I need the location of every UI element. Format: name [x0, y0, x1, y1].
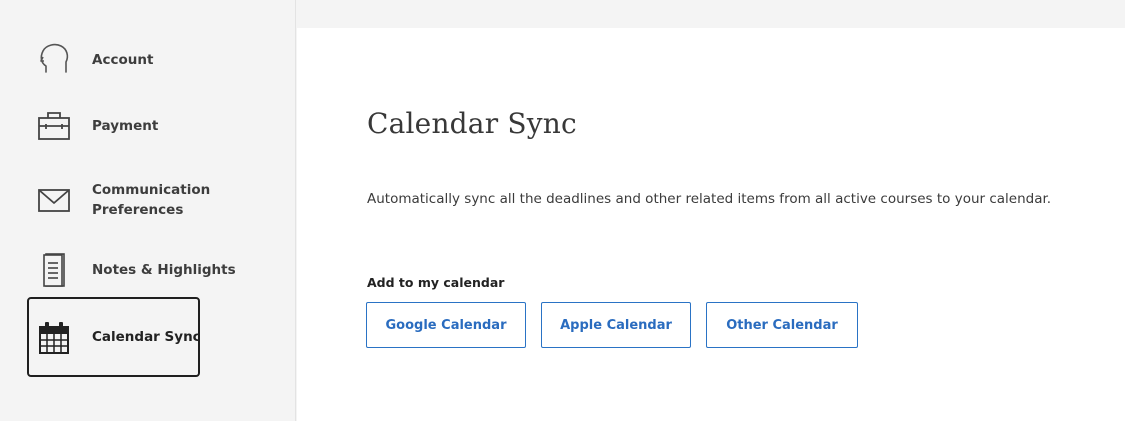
apple-calendar-button[interactable]: Apple Calendar: [541, 302, 691, 348]
other-calendar-button[interactable]: Other Calendar: [706, 302, 858, 348]
sidebar-item-label-line: Communication: [92, 182, 211, 198]
sidebar-item-label: Payment: [92, 118, 159, 134]
calendar-sync-description: Automatically sync all the deadlines and…: [367, 191, 1052, 207]
sidebar-item-account[interactable]: Account: [27, 40, 200, 80]
sidebar-item-label: Account: [92, 52, 154, 68]
sidebar-item-calendar-sync[interactable]: Calendar Sync: [27, 297, 201, 377]
sidebar-item-label: Notes & Highlights: [92, 262, 236, 278]
settings-sidebar: Account Payment Communication Preference…: [0, 0, 296, 421]
calendar-icon: [35, 318, 73, 356]
head-outline-icon: [35, 41, 73, 79]
calendar-sync-panel: Calendar Sync Automatically sync all the…: [297, 28, 1125, 421]
sidebar-item-label: Communication Preferences: [92, 180, 210, 220]
page-title: Calendar Sync: [367, 107, 577, 140]
sidebar-item-label-line: Preferences: [92, 202, 184, 218]
sidebar-item-payment[interactable]: Payment: [27, 106, 200, 146]
google-calendar-button[interactable]: Google Calendar: [366, 302, 526, 348]
notes-icon: [35, 251, 73, 289]
sidebar-item-communication-preferences[interactable]: Communication Preferences: [27, 170, 210, 230]
add-to-calendar-label: Add to my calendar: [367, 275, 505, 290]
sidebar-item-label: Calendar Sync: [92, 329, 201, 345]
sidebar-item-notes-highlights[interactable]: Notes & Highlights: [27, 250, 236, 290]
envelope-icon: [35, 181, 73, 219]
page: Account Payment Communication Preference…: [0, 0, 1125, 421]
briefcase-icon: [35, 107, 73, 145]
